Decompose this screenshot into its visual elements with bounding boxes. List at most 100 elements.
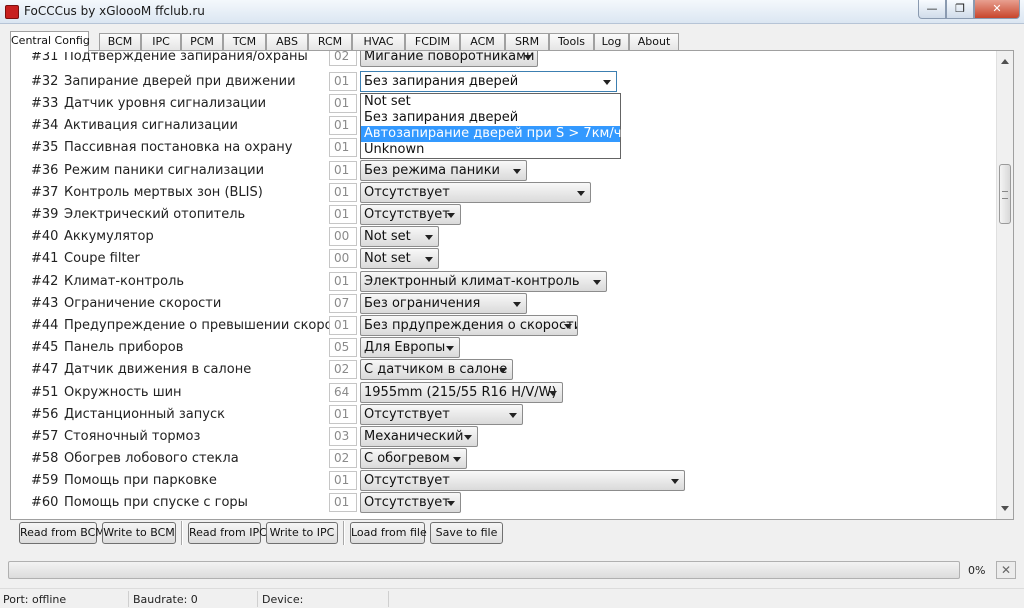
vertical-scrollbar[interactable] bbox=[996, 51, 1013, 519]
setting-dropdown[interactable]: Электронный климат-контроль bbox=[360, 271, 607, 292]
setting-number: #57 bbox=[31, 429, 59, 444]
setting-code: 07 bbox=[329, 294, 357, 313]
setting-code: 00 bbox=[329, 227, 357, 246]
tab-hvac[interactable]: HVAC bbox=[352, 33, 405, 51]
setting-code: 01 bbox=[329, 138, 357, 157]
setting-number: #33 bbox=[31, 96, 59, 111]
dropdown-option[interactable]: Без запирания дверей bbox=[361, 110, 620, 126]
setting-dropdown[interactable]: Отсутствует bbox=[360, 492, 461, 513]
setting-number: #40 bbox=[31, 229, 59, 244]
tab-about[interactable]: About bbox=[629, 33, 679, 51]
setting-dropdown[interactable]: Not set bbox=[360, 248, 439, 269]
tab-srm[interactable]: SRM bbox=[505, 33, 549, 51]
setting-dropdown[interactable]: Мигание поворотниками bbox=[360, 51, 538, 67]
setting-row: #40 Аккумулятор 00 Not set bbox=[11, 225, 996, 247]
read-from-bcm-button[interactable]: Read from BCM bbox=[19, 522, 105, 544]
tab-pcm[interactable]: PCM bbox=[181, 33, 223, 51]
scroll-down-arrow-icon[interactable] bbox=[1001, 506, 1009, 511]
setting-number: #42 bbox=[31, 274, 59, 289]
scrollbar-thumb[interactable] bbox=[999, 164, 1011, 224]
tab-bcm[interactable]: BCM bbox=[99, 33, 141, 51]
setting-code: 02 bbox=[329, 449, 357, 468]
tab-acm[interactable]: ACM bbox=[460, 33, 505, 51]
setting-number: #60 bbox=[31, 495, 59, 510]
setting-label: Пассивная постановка на охрану bbox=[64, 140, 293, 155]
setting-number: #39 bbox=[31, 207, 59, 222]
dropdown-options-list: Not set Без запирания дверей Автозапиран… bbox=[360, 93, 621, 159]
write-to-bcm-button[interactable]: Write to BCM bbox=[102, 522, 176, 544]
setting-label: Стояночный тормоз bbox=[64, 429, 201, 444]
setting-dropdown[interactable]: Механический bbox=[360, 426, 478, 447]
load-from-file-button[interactable]: Load from file bbox=[350, 522, 427, 544]
setting-dropdown-open[interactable]: Без запирания дверей bbox=[360, 71, 617, 92]
setting-row: #43 Ограничение скорости 07 Без ограниче… bbox=[11, 292, 996, 314]
status-bar: Port: offline Baudrate: 0 Device: bbox=[0, 588, 1024, 608]
status-divider bbox=[388, 591, 389, 607]
setting-code: 01 bbox=[329, 471, 357, 490]
progress-percent: 0% bbox=[968, 564, 986, 577]
setting-label: Подтверждение запирания/охраны bbox=[64, 51, 308, 64]
button-group-divider bbox=[343, 521, 345, 545]
setting-dropdown[interactable]: Not set bbox=[360, 226, 439, 247]
setting-label: Coupe filter bbox=[64, 251, 140, 266]
tab-rcm[interactable]: RCM bbox=[308, 33, 352, 51]
setting-dropdown[interactable]: Для Европы bbox=[360, 337, 460, 358]
setting-dropdown[interactable]: Без ограничения bbox=[360, 293, 527, 314]
dropdown-option[interactable]: Unknown bbox=[361, 142, 620, 158]
setting-number: #43 bbox=[31, 296, 59, 311]
setting-row: #45 Панель приборов 05 Для Европы bbox=[11, 336, 996, 358]
setting-row: #36 Режим паники сигнализации 01 Без реж… bbox=[11, 159, 996, 181]
setting-label: Ограничение скорости bbox=[64, 296, 222, 311]
setting-row: #31 Подтверждение запирания/охраны 02 Ми… bbox=[11, 51, 996, 67]
setting-code: 01 bbox=[329, 405, 357, 424]
cancel-button[interactable]: ✕ bbox=[996, 561, 1016, 579]
setting-code: 03 bbox=[329, 427, 357, 446]
scroll-up-arrow-icon[interactable] bbox=[1001, 59, 1009, 64]
setting-label: Аккумулятор bbox=[64, 229, 154, 244]
setting-number: #37 bbox=[31, 185, 59, 200]
setting-number: #44 bbox=[31, 318, 59, 333]
tab-log[interactable]: Log bbox=[594, 33, 629, 51]
read-from-ipc-button[interactable]: Read from IPC bbox=[188, 522, 267, 544]
setting-dropdown[interactable]: Отсутствует bbox=[360, 182, 591, 203]
setting-dropdown[interactable]: 1955mm (215/55 R16 H/V/W) bbox=[360, 382, 563, 403]
tab-abs[interactable]: ABS bbox=[266, 33, 308, 51]
setting-row: #56 Дистанционный запуск 01 Отсутствует bbox=[11, 403, 996, 425]
tab-ipc[interactable]: IPC bbox=[141, 33, 181, 51]
setting-label: Датчик уровня сигнализации bbox=[64, 96, 267, 111]
setting-dropdown[interactable]: Отсутствует bbox=[360, 204, 461, 225]
setting-label: Режим паники сигнализации bbox=[64, 163, 265, 178]
tab-tcm[interactable]: TCM bbox=[223, 33, 266, 51]
close-button[interactable]: ✕ bbox=[974, 0, 1020, 19]
button-group-divider bbox=[181, 521, 183, 545]
setting-number: #31 bbox=[31, 51, 59, 64]
setting-row: #47 Датчик движения в салоне 02 С датчик… bbox=[11, 358, 996, 380]
setting-label: Обогрев лобового стекла bbox=[64, 451, 239, 466]
setting-dropdown[interactable]: С обогревом bbox=[360, 448, 467, 469]
setting-row: #41 Coupe filter 00 Not set bbox=[11, 247, 996, 269]
setting-dropdown[interactable]: Без режима паники bbox=[360, 160, 527, 181]
maximize-button[interactable]: ❐ bbox=[946, 0, 974, 19]
setting-dropdown[interactable]: Отсутствует bbox=[360, 404, 523, 425]
tab-fcdim[interactable]: FCDIM bbox=[405, 33, 460, 51]
dropdown-option[interactable]: Not set bbox=[361, 94, 620, 110]
setting-dropdown[interactable]: Без прдупреждения о скорости bbox=[360, 315, 578, 336]
tab-central-config[interactable]: Central Config bbox=[10, 31, 90, 52]
setting-number: #47 bbox=[31, 362, 59, 377]
dropdown-option-highlighted[interactable]: Автозапирание дверей при S > 7км/ч bbox=[361, 126, 621, 142]
setting-label: Датчик движения в салоне bbox=[64, 362, 252, 377]
setting-row: #44 Предупреждение о превышении скорости… bbox=[11, 314, 996, 336]
device-status: Device: bbox=[262, 593, 304, 606]
setting-number: #35 bbox=[31, 140, 59, 155]
setting-label: Предупреждение о превышении скорости bbox=[64, 318, 356, 333]
tab-tools[interactable]: Tools bbox=[549, 33, 594, 51]
setting-code: 01 bbox=[329, 183, 357, 202]
minimize-button[interactable]: — bbox=[918, 0, 946, 19]
save-to-file-button[interactable]: Save to file bbox=[430, 522, 503, 544]
status-divider bbox=[257, 591, 258, 607]
setting-dropdown[interactable]: Отсутствует bbox=[360, 470, 685, 491]
write-to-ipc-button[interactable]: Write to IPC bbox=[266, 522, 338, 544]
setting-label: Помощь при спуске с горы bbox=[64, 495, 248, 510]
setting-dropdown[interactable]: С датчиком в салоне bbox=[360, 359, 513, 380]
setting-number: #59 bbox=[31, 473, 59, 488]
